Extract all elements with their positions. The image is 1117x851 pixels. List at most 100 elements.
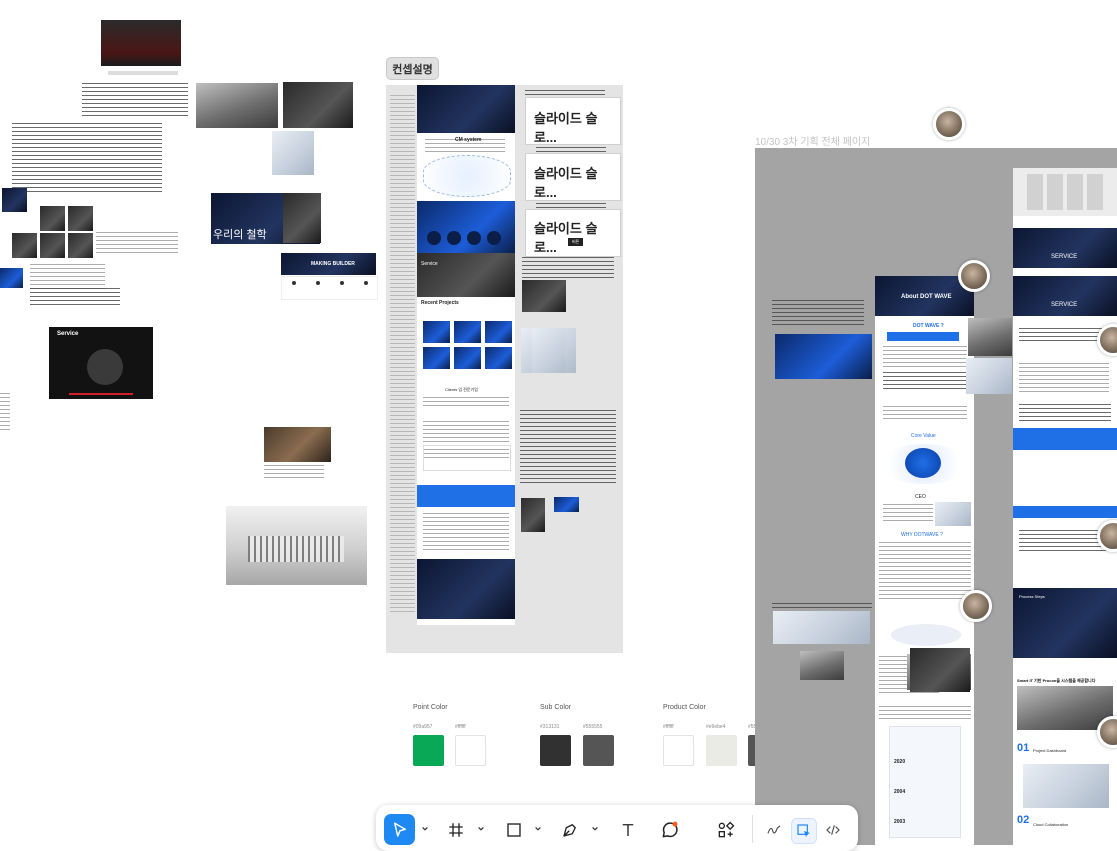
- year-2003: 2003: [894, 819, 906, 825]
- slide-card-1-text: 슬라이드 슬로...: [534, 111, 598, 145]
- point-swatch-green[interactable]: [413, 735, 444, 766]
- product-swatch-light[interactable]: [706, 735, 737, 766]
- sub-hex-2: #555555: [583, 724, 603, 730]
- slide-card-3-text: 슬라이드 슬로...: [534, 221, 598, 255]
- product-hex-1: #ffffff: [663, 724, 674, 730]
- service-dark-slide: Service: [49, 327, 153, 399]
- monitor-photo: [272, 131, 314, 175]
- frame-icon: [448, 822, 463, 837]
- assets-icon: [718, 821, 734, 837]
- design-mode-button[interactable]: [791, 818, 817, 844]
- toolbar-divider: [752, 815, 753, 843]
- notes-block: [522, 257, 614, 279]
- comment-tool[interactable]: [654, 814, 685, 845]
- collaborator-avatar-2[interactable]: [958, 260, 990, 292]
- product-swatch-white[interactable]: [663, 735, 694, 766]
- why-title: WHY DOTWAVE ?: [901, 532, 943, 538]
- cursor-icon: [393, 822, 406, 837]
- header-caption: [108, 71, 178, 75]
- chevron-down-icon[interactable]: [477, 825, 485, 833]
- point-hex-1: #09a957: [413, 724, 433, 730]
- design-mode-icon: [797, 824, 810, 837]
- sub-swatch-dark[interactable]: [540, 735, 571, 766]
- small-mood-1: [2, 188, 27, 212]
- draft-notes: [772, 300, 864, 325]
- sub-color-title: Sub Color: [540, 704, 572, 711]
- assets-tool[interactable]: [710, 814, 741, 845]
- notes-mid-1: [536, 147, 606, 152]
- timeline-card: 2020 2004 2003: [889, 726, 961, 838]
- slide-card-2: 슬라이드 슬로...: [525, 153, 621, 201]
- pen-tool[interactable]: [554, 814, 585, 845]
- concept-text-block-2: [12, 123, 162, 193]
- menu-grid: [1013, 168, 1117, 216]
- chevron-down-icon[interactable]: [534, 825, 542, 833]
- small-mood-4: [12, 233, 37, 258]
- app-screen-1: [522, 280, 566, 312]
- making-builder-text: MAKING BUILDER: [311, 261, 355, 267]
- dev-mode-button[interactable]: [821, 818, 845, 842]
- draw-mode-button[interactable]: [762, 818, 786, 842]
- service-section-title: Service: [421, 261, 438, 267]
- collaborator-avatar-3[interactable]: [960, 590, 992, 622]
- sub-swatch-gray[interactable]: [583, 735, 614, 766]
- service-banner-2: SERVICE: [1013, 276, 1117, 316]
- notes-top: [525, 90, 605, 96]
- core-value-title: Core Value: [911, 433, 936, 439]
- making-builder-steps: [281, 276, 378, 300]
- making-builder-banner: MAKING BUILDER: [281, 253, 376, 275]
- third-draft-frame[interactable]: About DOT WAVE DOT WAVE ? Core Value CEO…: [755, 148, 1117, 845]
- mood-notes: [96, 232, 178, 254]
- concept-frame[interactable]: CM system Service Recent Projects Client…: [386, 85, 623, 653]
- chevron-down-icon[interactable]: [421, 825, 429, 833]
- small-mood-2: [40, 206, 65, 231]
- service-title: Service: [57, 331, 79, 337]
- city-photo: [968, 318, 1012, 356]
- frame-tool[interactable]: [440, 814, 471, 845]
- draft-meeting-image: [800, 651, 844, 680]
- building-photo: [196, 83, 278, 128]
- chevron-down-icon[interactable]: [591, 825, 599, 833]
- dot-wave-title: DOT WAVE ?: [913, 323, 944, 329]
- interior-photo: [264, 427, 331, 462]
- number-02: 02: [1017, 814, 1030, 826]
- slide-card-1: 슬라이드 슬로...: [525, 97, 621, 145]
- blue-service-band: [1013, 428, 1117, 518]
- text-icon: [622, 823, 633, 836]
- layout-notes: [30, 288, 120, 308]
- left-edge-notes: [0, 393, 10, 433]
- small-mood-6: [68, 233, 93, 258]
- dev-mode-icon: [826, 825, 840, 835]
- project-dashboard: Project Dashboard: [1033, 748, 1067, 753]
- business-people-photo: [283, 82, 353, 128]
- slide-card-2-text: 슬라이드 슬로...: [534, 166, 598, 200]
- service-section: Service: [417, 253, 515, 297]
- suit-photo: [283, 193, 321, 243]
- text-tool[interactable]: [612, 814, 643, 845]
- architecture-model: [226, 506, 367, 585]
- year-2020: 2020: [894, 759, 906, 765]
- slide-card-3-button: 버튼: [568, 238, 584, 246]
- building-night-photo: [910, 648, 970, 692]
- point-swatch-white[interactable]: [455, 735, 486, 766]
- hand-photo: [966, 358, 1012, 394]
- service-banner: SERVICE: [1013, 228, 1117, 268]
- comment-icon: [662, 821, 678, 837]
- draft-laptop-image: [773, 611, 870, 644]
- third-draft-title: 10/30 3차 기획 전체 페이지: [755, 137, 871, 148]
- about-title: About DOT WAVE: [901, 294, 952, 300]
- service-banner-text-2: SERVICE: [1051, 302, 1078, 308]
- collaborator-avatar-1[interactable]: [933, 108, 965, 140]
- color-strip: [554, 497, 579, 512]
- header-city-image: [101, 20, 181, 66]
- move-tool[interactable]: [384, 814, 415, 845]
- cloud-collab: Cloud Collaboration: [1033, 822, 1069, 827]
- slide-card-3: 슬라이드 슬로... 버튼: [525, 209, 621, 257]
- ceo-label: CEO: [915, 494, 926, 500]
- concept-label[interactable]: 컨셉설명: [386, 57, 439, 80]
- shape-tool[interactable]: [498, 814, 529, 845]
- draft-blue-image: [775, 334, 872, 379]
- product-hex-2: #e9ebe4: [706, 724, 726, 730]
- small-blue-card: [0, 268, 23, 288]
- recent-projects-title: Recent Projects: [421, 300, 459, 306]
